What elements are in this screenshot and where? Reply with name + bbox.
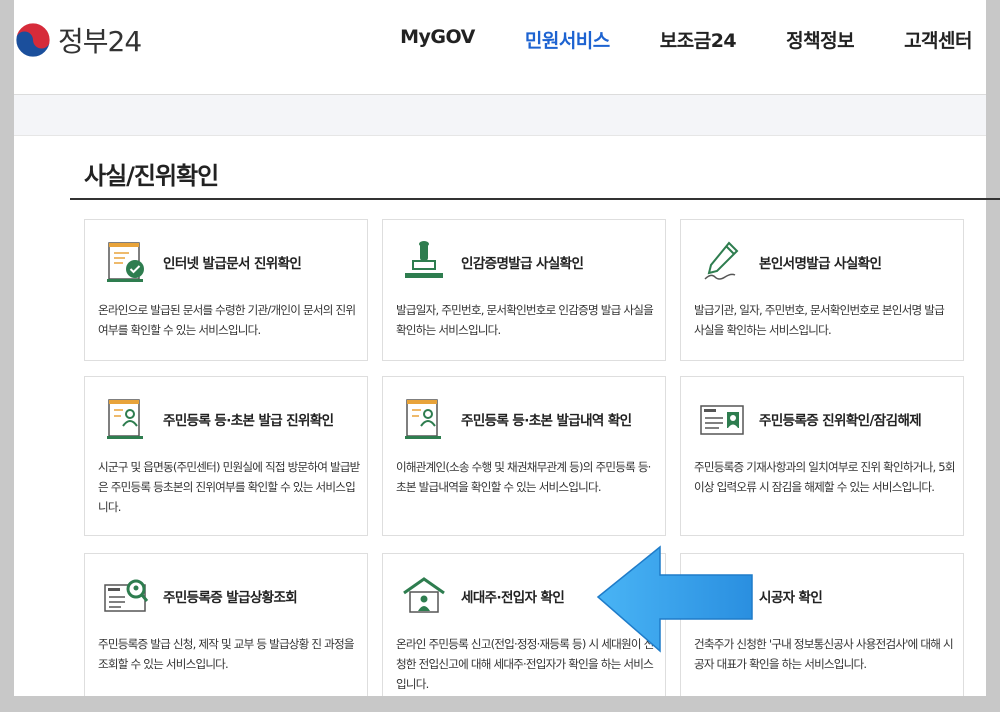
card-title: 시공자 확인 bbox=[759, 590, 823, 606]
pen-signature-icon bbox=[704, 241, 739, 280]
breadcrumb-band bbox=[14, 94, 986, 136]
card-header: 인터넷 발급문서 진위확인 bbox=[103, 238, 302, 286]
card-header: 세대주·전입자 확인 bbox=[401, 572, 565, 620]
logo-text: 정부24 bbox=[58, 25, 142, 58]
resident-document-icon bbox=[405, 399, 441, 439]
nav-item-customer-center[interactable]: 고객센터 bbox=[904, 26, 972, 53]
card-description: 온라인으로 발급된 문서를 수령한 기관/개인이 문서의 진위여부를 확인할 수… bbox=[98, 303, 356, 337]
card-header: 본인서명발급 사실확인 bbox=[699, 238, 882, 286]
card-header: 주민등록 등·초본 발급 진위확인 bbox=[103, 395, 334, 443]
nav-item-policy-info[interactable]: 정책정보 bbox=[786, 26, 854, 53]
card-title: 주민등록증 진위확인/잠김해제 bbox=[759, 413, 922, 429]
card-title: 주민등록증 발급상황조회 bbox=[163, 590, 298, 606]
seal-stamp-icon bbox=[405, 241, 443, 278]
card-description: 건축주가 신청한 '구내 정보통신공사 사용전검사'에 대해 시공자 대표가 확… bbox=[694, 637, 954, 671]
card-title: 주민등록 등·초본 발급내역 확인 bbox=[461, 413, 632, 429]
resident-document-icon bbox=[107, 399, 143, 439]
card-header: 주민등록 등·초본 발급내역 확인 bbox=[401, 395, 632, 443]
taegeuk-logo-icon bbox=[15, 22, 51, 58]
card-householder-confirm[interactable]: 세대주·전입자 확인 온라인 주민등록 신고(전입·정정·재등록 등) 시 세대… bbox=[382, 553, 666, 712]
nav-item-mygov[interactable]: MyGOV bbox=[400, 26, 475, 53]
card-id-card-status[interactable]: 주민등록증 발급상황조회 주민등록증 발급 신청, 제작 및 교부 등 발급상황… bbox=[84, 553, 368, 712]
id-card-search-icon bbox=[104, 579, 149, 612]
card-resident-record-history[interactable]: 주민등록 등·초본 발급내역 확인 이해관계인(소송 수행 및 채권채무관계 등… bbox=[382, 376, 666, 536]
card-title: 주민등록 등·초본 발급 진위확인 bbox=[163, 413, 334, 429]
card-description: 온라인 주민등록 신고(전입·정정·재등록 등) 시 세대원이 신청한 전입신고… bbox=[396, 637, 654, 691]
card-description: 시군구 및 읍면동(주민센터) 민원실에 직접 방문하여 발급받은 주민등록 등… bbox=[98, 460, 360, 514]
card-header: 주민등록증 진위확인/잠김해제 bbox=[699, 395, 922, 443]
page-title: 사실/진위확인 bbox=[84, 162, 219, 190]
nav-item-subsidy24[interactable]: 보조금24 bbox=[660, 26, 737, 53]
site-header: 정부24 MyGOV 민원서비스 보조금24 정책정보 고객센터 bbox=[14, 0, 986, 94]
card-signature-verify[interactable]: 본인서명발급 사실확인 발급기관, 일자, 주민번호, 문서확인번호로 본인서명… bbox=[680, 219, 964, 361]
id-card-icon bbox=[700, 405, 744, 435]
nav-item-civil-service[interactable]: 민원서비스 bbox=[525, 26, 610, 53]
card-constructor-confirm[interactable]: 시공자 확인 건축주가 신청한 '구내 정보통신공사 사용전검사'에 대해 시공… bbox=[680, 553, 964, 712]
card-description: 발급기관, 일자, 주민번호, 문서확인번호로 본인서명 발급 사실을 확인하는… bbox=[694, 303, 945, 337]
card-header: 인감증명발급 사실확인 bbox=[401, 238, 584, 286]
main-nav: MyGOV 민원서비스 보조금24 정책정보 고객센터 bbox=[400, 26, 972, 53]
card-description: 주민등록증 기재사항과의 일치여부로 진위 확인하거나, 5회 이상 입력오류 … bbox=[694, 460, 955, 494]
card-title: 세대주·전입자 확인 bbox=[461, 590, 565, 606]
card-description: 주민등록증 발급 신청, 제작 및 교부 등 발급상황 진 과정을 조회할 수 … bbox=[98, 637, 355, 671]
card-header: 주민등록증 발급상황조회 bbox=[103, 572, 298, 620]
card-description: 발급일자, 주민번호, 문서확인번호로 인감증명 발급 사실을 확인하는 서비스… bbox=[396, 303, 654, 337]
document-check-icon bbox=[107, 242, 144, 282]
card-description: 이해관계인(소송 수행 및 채권채무관계 등)의 주민등록 등·초본 발급내역을… bbox=[396, 460, 651, 494]
card-header: 시공자 확인 bbox=[699, 572, 823, 620]
card-resident-record-verify[interactable]: 주민등록 등·초본 발급 진위확인 시군구 및 읍면동(주민센터) 민원실에 직… bbox=[84, 376, 368, 536]
card-title: 인감증명발급 사실확인 bbox=[461, 256, 584, 272]
card-title: 본인서명발급 사실확인 bbox=[759, 256, 882, 272]
constructor-icon bbox=[707, 583, 737, 613]
title-divider bbox=[70, 198, 1000, 200]
site-logo[interactable]: 정부24 bbox=[14, 20, 142, 60]
card-internet-doc-verify[interactable]: 인터넷 발급문서 진위확인 온라인으로 발급된 문서를 수령한 기관/개인이 문… bbox=[84, 219, 368, 361]
card-title: 인터넷 발급문서 진위확인 bbox=[163, 256, 302, 272]
card-seal-cert-verify[interactable]: 인감증명발급 사실확인 발급일자, 주민번호, 문서확인번호로 인감증명 발급 … bbox=[382, 219, 666, 361]
bottom-edge bbox=[0, 696, 1000, 712]
card-id-card-verify[interactable]: 주민등록증 진위확인/잠김해제 주민등록증 기재사항과의 일치여부로 진위 확인… bbox=[680, 376, 964, 536]
house-person-icon bbox=[403, 577, 445, 613]
